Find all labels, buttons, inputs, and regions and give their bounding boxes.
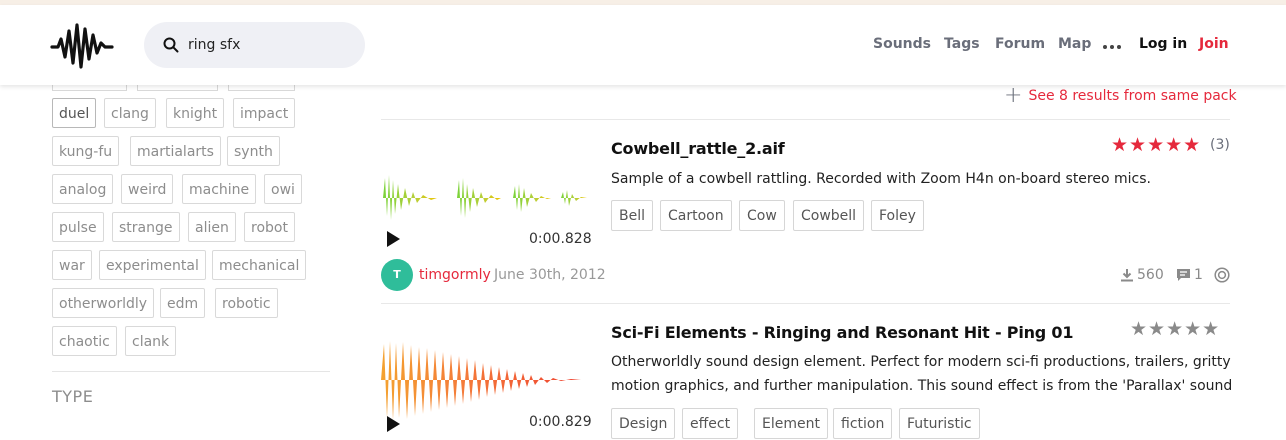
sidebar-tag[interactable]: impact xyxy=(233,98,296,128)
sidebar-tag[interactable]: alien xyxy=(188,212,236,242)
plus-icon: + xyxy=(1004,83,1023,108)
username-link[interactable]: timgormly xyxy=(419,267,491,283)
sidebar-tag[interactable]: robot xyxy=(244,212,295,242)
search-icon xyxy=(163,37,179,53)
tag-partial xyxy=(52,85,127,91)
sound-tag[interactable]: Element xyxy=(754,408,828,439)
comments-count[interactable]: 1 xyxy=(1176,267,1203,283)
sound-description: Sample of a cowbell rattling. Recorded w… xyxy=(611,171,1151,187)
sound-tag[interactable]: Futuristic xyxy=(899,408,980,439)
sidebar-tag[interactable]: experimental xyxy=(99,250,206,280)
upload-date: June 30th, 2012 xyxy=(494,267,606,283)
tag-partial xyxy=(228,85,295,91)
search-input[interactable] xyxy=(186,36,350,54)
sidebar-tag[interactable]: clank xyxy=(125,326,177,356)
search-bar[interactable] xyxy=(144,22,365,68)
sidebar-tag[interactable]: martialarts xyxy=(130,136,221,166)
sidebar-tag[interactable]: duel xyxy=(52,98,97,128)
nav-sounds[interactable]: Sounds xyxy=(873,36,931,52)
sidebar-tag[interactable]: analog xyxy=(52,174,114,204)
result-divider xyxy=(381,119,1230,120)
sidebar-tag[interactable]: weird xyxy=(121,174,174,204)
license-icon[interactable] xyxy=(1214,267,1230,283)
sound-tag[interactable]: Cartoon xyxy=(660,200,732,231)
sidebar-tag[interactable]: synth xyxy=(227,136,280,166)
rating-stars-icon[interactable]: ★★★★★ xyxy=(1111,134,1201,156)
sidebar-tag[interactable]: edm xyxy=(160,288,206,318)
rating-stars-icon[interactable]: ★★★★★ xyxy=(1130,318,1220,340)
waveform-image[interactable] xyxy=(381,338,593,423)
type-filter-heading: TYPE xyxy=(52,387,94,406)
sidebar-tag[interactable]: mechanical xyxy=(212,250,307,280)
sound-tag[interactable]: fiction xyxy=(833,408,893,439)
nav-map[interactable]: Map xyxy=(1058,36,1091,52)
sidebar-tag[interactable]: robotic xyxy=(215,288,278,318)
sound-tag[interactable]: effect xyxy=(682,408,739,439)
sidebar-tag[interactable]: pulse xyxy=(52,212,104,242)
sidebar-tag[interactable]: clang xyxy=(104,98,156,128)
sound-tag[interactable]: Cow xyxy=(739,200,785,231)
comment-icon xyxy=(1177,269,1190,281)
sidebar-tag[interactable]: otherworldly xyxy=(52,288,155,318)
sound-title[interactable]: Cowbell_rattle_2.aif xyxy=(611,139,785,158)
sound-tag[interactable]: Design xyxy=(611,408,676,439)
play-icon[interactable] xyxy=(387,231,400,247)
tag-partial xyxy=(137,85,218,91)
comments-value: 1 xyxy=(1194,267,1203,283)
login-link[interactable]: Log in xyxy=(1139,36,1187,52)
duration-label: 0:00.828 xyxy=(529,231,592,247)
sidebar-tag[interactable]: war xyxy=(52,250,92,280)
site-header: Sounds Tags Forum Map Log in Join xyxy=(0,5,1286,85)
downloads-count: 560 xyxy=(1120,267,1164,283)
rating-count: (3) xyxy=(1210,137,1230,153)
sidebar-tag[interactable]: owi xyxy=(264,174,302,204)
sidebar-tag[interactable]: machine xyxy=(182,174,257,204)
duration-label: 0:00.829 xyxy=(529,414,592,430)
waveform-image[interactable] xyxy=(381,170,593,226)
same-pack-link[interactable]: + See 8 results from same pack xyxy=(1004,83,1237,108)
freesound-logo-icon[interactable] xyxy=(50,19,114,71)
nav-forum[interactable]: Forum xyxy=(995,36,1045,52)
download-icon xyxy=(1121,269,1133,282)
sound-title[interactable]: Sci-Fi Elements - Ringing and Resonant H… xyxy=(611,323,1073,342)
sidebar-divider xyxy=(52,371,330,372)
sidebar-tag[interactable]: knight xyxy=(166,98,225,128)
sound-description-line-1: Otherworldly sound design element. Perfe… xyxy=(611,354,1231,370)
sound-tag[interactable]: Foley xyxy=(871,200,924,231)
result-divider xyxy=(381,303,1230,304)
sound-tag[interactable]: Cowbell xyxy=(793,200,865,231)
downloads-value: 560 xyxy=(1137,267,1164,283)
join-link[interactable]: Join xyxy=(1199,36,1229,52)
avatar[interactable]: T xyxy=(381,259,413,291)
play-icon[interactable] xyxy=(387,416,400,432)
nav-tags[interactable]: Tags xyxy=(944,36,980,52)
sound-description-line-2: motion graphics, and further manipulatio… xyxy=(611,378,1233,394)
sidebar-tag[interactable]: kung-fu xyxy=(52,136,120,166)
sound-tag[interactable]: Bell xyxy=(611,200,653,231)
sidebar-tag[interactable]: strange xyxy=(112,212,180,242)
sidebar-tag[interactable]: chaotic xyxy=(52,326,117,356)
same-pack-label: See 8 results from same pack xyxy=(1028,88,1237,104)
more-menu-icon[interactable] xyxy=(1103,45,1121,49)
